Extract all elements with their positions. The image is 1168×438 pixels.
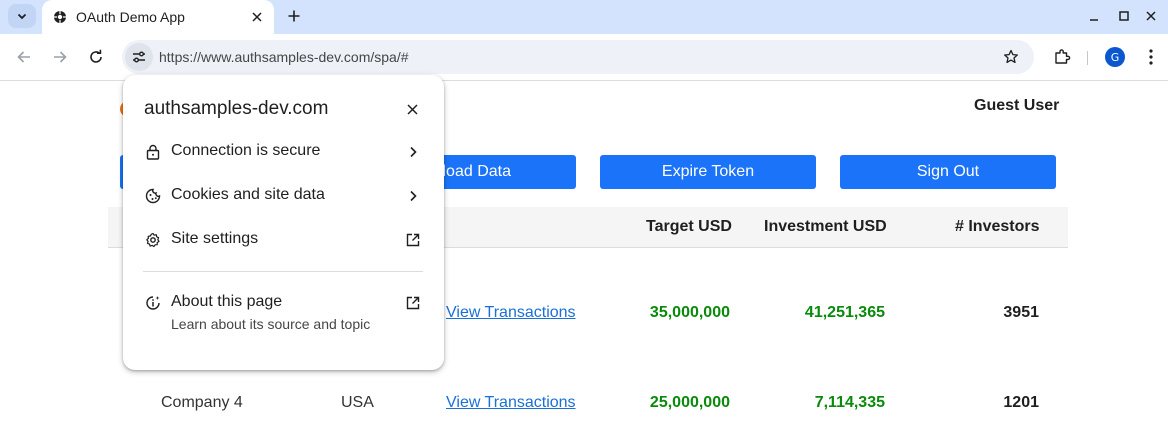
toolbar-divider bbox=[1087, 51, 1088, 65]
maximize-icon bbox=[1119, 11, 1129, 21]
tab-search-button[interactable] bbox=[8, 4, 36, 28]
connection-secure-label: Connection is secure bbox=[171, 142, 321, 159]
tab-close-icon[interactable] bbox=[248, 8, 266, 26]
back-button[interactable] bbox=[12, 45, 36, 69]
investors-count: 3951 bbox=[1003, 304, 1039, 321]
site-info-popup: authsamples-dev.com Connection is secure… bbox=[123, 75, 444, 370]
more-vert-icon bbox=[1149, 49, 1153, 65]
cookies-site-data-label: Cookies and site data bbox=[171, 186, 325, 203]
investment-usd-value: 41,251,365 bbox=[804, 304, 885, 321]
forward-button[interactable] bbox=[48, 45, 72, 69]
about-this-page-label: About this page bbox=[171, 293, 283, 310]
chevron-right-icon bbox=[404, 143, 422, 161]
cookie-icon bbox=[144, 187, 162, 205]
view-transactions-link[interactable]: View Transactions bbox=[446, 304, 576, 322]
table-row: Company 4 USA View Transactions 25,000,0… bbox=[108, 394, 1068, 424]
expire-token-button[interactable]: Expire Token bbox=[600, 155, 816, 189]
site-settings-item[interactable]: Site settings bbox=[123, 220, 444, 260]
about-this-page-subtitle: Learn about its source and topic bbox=[171, 316, 371, 332]
tab-strip: OAuth Demo App bbox=[0, 0, 1168, 34]
site-info-button[interactable] bbox=[125, 43, 153, 71]
lock-icon bbox=[144, 143, 162, 161]
puzzle-icon bbox=[1055, 49, 1071, 64]
connection-secure-item[interactable]: Connection is secure bbox=[123, 132, 444, 172]
popup-close-icon[interactable] bbox=[402, 99, 422, 119]
browser-menu-button[interactable] bbox=[1143, 45, 1159, 69]
about-this-page-item[interactable]: About this page Learn about its source a… bbox=[123, 283, 444, 339]
chevron-right-icon bbox=[404, 187, 422, 205]
close-window-button[interactable] bbox=[1140, 5, 1162, 27]
url-text[interactable]: https://www.authsamples-dev.com/spa/# bbox=[159, 49, 409, 65]
reload-button[interactable] bbox=[84, 45, 108, 69]
maximize-button[interactable] bbox=[1113, 5, 1135, 27]
site-settings-label: Site settings bbox=[171, 230, 259, 247]
new-tab-button[interactable] bbox=[283, 5, 305, 27]
arrow-right-icon bbox=[54, 51, 67, 63]
address-bar[interactable]: https://www.authsamples-dev.com/spa/# bbox=[122, 40, 1034, 74]
extensions-button[interactable] bbox=[1050, 45, 1074, 69]
gear-icon bbox=[144, 231, 162, 249]
popup-divider bbox=[143, 271, 423, 272]
header-target-usd: Target USD bbox=[646, 218, 732, 235]
company-country: USA bbox=[341, 394, 374, 411]
browser-toolbar: https://www.authsamples-dev.com/spa/# G bbox=[0, 34, 1168, 81]
target-usd-value: 35,000,000 bbox=[649, 304, 730, 321]
minimize-button[interactable] bbox=[1083, 5, 1105, 27]
minimize-icon bbox=[1090, 19, 1098, 21]
open-in-new-icon bbox=[404, 294, 422, 312]
arrow-left-icon bbox=[17, 51, 30, 63]
tab-oauth-demo[interactable]: OAuth Demo App bbox=[42, 0, 274, 34]
company-name: Company 4 bbox=[161, 394, 243, 411]
user-name: Guest User bbox=[974, 97, 1060, 114]
tab-title: OAuth Demo App bbox=[76, 9, 185, 25]
reload-icon bbox=[90, 49, 102, 63]
chevron-down-icon bbox=[17, 13, 27, 20]
sign-out-button[interactable]: Sign Out bbox=[840, 155, 1056, 189]
target-usd-value: 25,000,000 bbox=[649, 394, 730, 411]
investment-usd-value: 7,114,335 bbox=[814, 394, 885, 411]
header-investment-usd: Investment USD bbox=[764, 218, 887, 235]
popup-domain-title: authsamples-dev.com bbox=[144, 98, 329, 119]
plus-icon bbox=[288, 10, 300, 22]
profile-avatar[interactable]: G bbox=[1105, 47, 1125, 67]
tune-icon bbox=[133, 51, 145, 63]
view-transactions-link[interactable]: View Transactions bbox=[446, 394, 576, 412]
bookmark-star-icon[interactable] bbox=[1002, 48, 1020, 66]
cookies-site-data-item[interactable]: Cookies and site data bbox=[123, 176, 444, 216]
info-sparkle-icon bbox=[144, 294, 162, 312]
header-investors: # Investors bbox=[955, 218, 1040, 235]
open-in-new-icon bbox=[404, 231, 422, 249]
favicon-icon bbox=[53, 10, 67, 24]
investors-count: 1201 bbox=[1003, 394, 1039, 411]
close-icon bbox=[1146, 11, 1156, 21]
